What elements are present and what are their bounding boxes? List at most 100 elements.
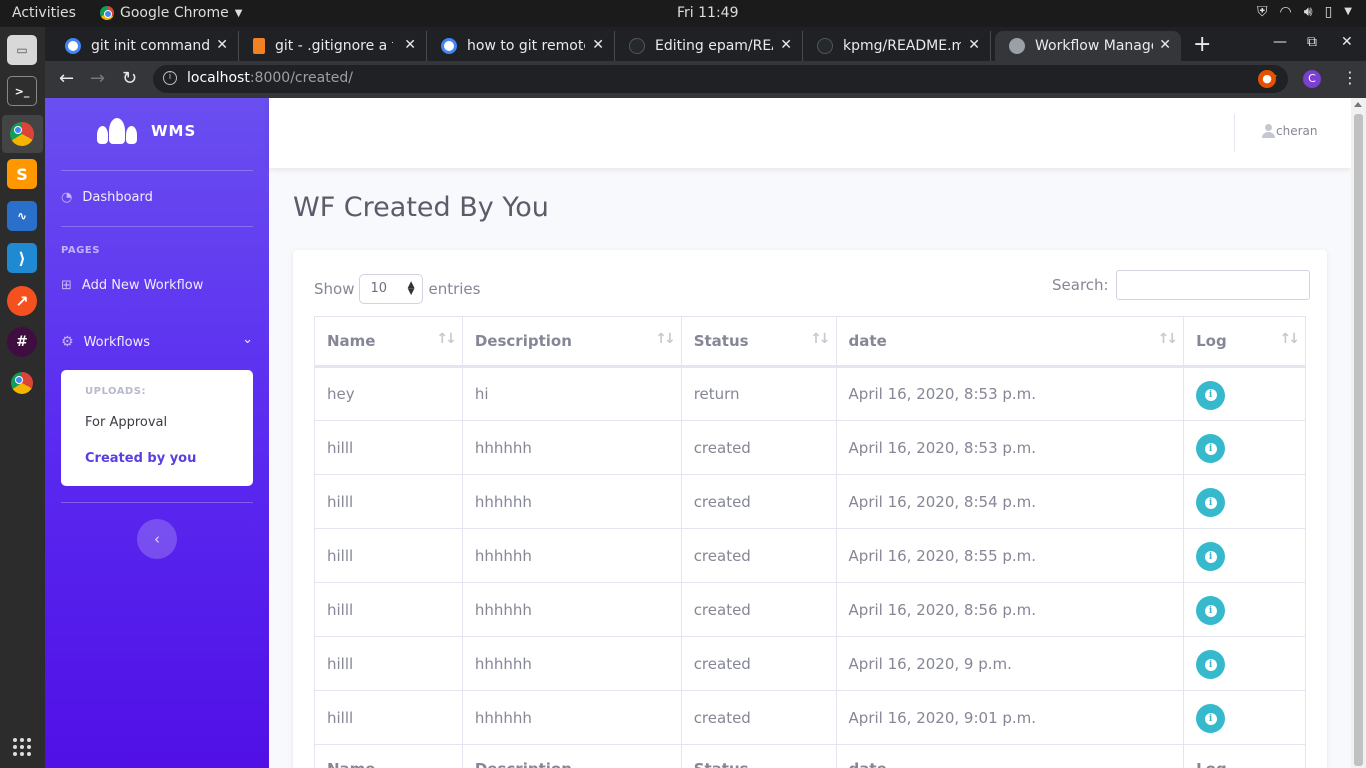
activities-button[interactable]: Activities [12,5,76,21]
browser-tab[interactable]: git - .gitignore a fo ✕ [239,31,427,61]
scroll-up-arrow[interactable] [1354,102,1362,107]
browser-tab[interactable]: git init command - ✕ [51,31,239,61]
table-search: Search: [1052,270,1310,300]
chevron-down-icon[interactable]: ▼ [1344,6,1352,20]
cell-date: April 16, 2020, 8:53 p.m. [835,366,1185,421]
browser-toolbar: ← → ↻ i localhost:8000/created/ ☆ ● C ⋮ [45,61,1366,98]
column-header-name[interactable]: Name ↑↓ [314,316,463,368]
submenu-item-for-approval[interactable]: For Approval [85,415,167,430]
user-menu[interactable]: cheran [1262,124,1317,138]
column-header-status[interactable]: Status ↑↓ [680,316,837,368]
footer-header-status[interactable]: Status [680,744,837,768]
profile-avatar[interactable]: C [1303,70,1321,88]
footer-header-log[interactable]: Log [1183,744,1306,768]
entries-select[interactable]: 10 ▲ ▼ [359,274,424,304]
show-applications-icon[interactable] [13,738,31,756]
log-info-button[interactable]: i [1196,434,1226,463]
browser-tab-active[interactable]: Workflow Manage ✕ [995,31,1181,61]
username: cheran [1276,124,1318,138]
wifi-icon[interactable]: ◠ [1280,4,1292,20]
url-text[interactable]: localhost:8000/created/ [187,70,353,86]
page-scrollbar[interactable] [1351,98,1366,768]
column-header-date[interactable]: date ↑↓ [835,316,1185,368]
reload-button[interactable]: ↻ [122,68,137,89]
close-icon[interactable]: ✕ [1159,37,1171,53]
sidebar-item-add-workflow[interactable]: ⊞ Add New Workflow [61,278,203,293]
system-tray[interactable]: ⛨ ◠ 🔊︎ ▯ ▼ [1257,4,1352,20]
log-info-button[interactable]: i [1196,542,1226,571]
volume-icon[interactable]: 🔊︎ [1304,4,1313,20]
site-info-icon[interactable]: i [163,71,177,85]
show-label: Show [314,280,355,298]
info-icon: i [1204,496,1217,509]
footer-header-date[interactable]: date [835,744,1185,768]
close-icon[interactable]: ✕ [404,37,416,53]
clock[interactable]: Fri 11:49 [677,5,738,21]
sort-icon: ↑↓ [1157,331,1179,347]
browser-tab[interactable]: kpmg/README.m ✕ [803,31,991,61]
minimize-button[interactable]: — [1273,34,1287,50]
system-monitor-icon[interactable]: ∿ [7,201,37,231]
cell-description: hhhhhh [461,474,682,529]
sidebar: WMS ◔ Dashboard PAGES ⊞ Add New Workflow… [45,98,269,768]
vscode-icon[interactable]: ⟩ [7,243,37,273]
cell-log: i [1183,474,1306,529]
cell-status: created [680,582,837,637]
terminal-icon[interactable]: >_ [7,76,37,106]
scrollbar-thumb[interactable] [1354,114,1363,766]
maximize-button[interactable]: ⧉ [1307,34,1317,50]
address-bar[interactable]: i localhost:8000/created/ ☆ [153,65,1288,93]
shield-icon[interactable]: ⛨ [1257,4,1268,20]
log-info-button[interactable]: i [1196,650,1226,679]
back-button[interactable]: ← [59,68,74,89]
submenu-item-created-by-you[interactable]: Created by you [85,451,196,466]
postman-icon[interactable]: ↗ [7,286,37,316]
forward-button[interactable]: → [90,68,105,89]
close-icon[interactable]: ✕ [216,37,228,53]
chrome-beta-icon[interactable] [7,368,37,398]
sidebar-item-label: Workflows [83,334,151,350]
tab-title: Editing epam/REA [655,38,773,54]
log-info-button[interactable]: i [1196,596,1226,625]
app-menu[interactable]: Google Chrome ▼ [100,5,242,21]
sidebar-item-label: Add New Workflow [81,278,204,293]
browser-tab[interactable]: how to git remote ✕ [427,31,615,61]
close-icon[interactable]: ✕ [968,37,980,53]
cell-log: i [1183,366,1306,421]
window-close-button[interactable]: ✕ [1341,34,1353,50]
cell-date: April 16, 2020, 8:56 p.m. [835,582,1185,637]
column-header-description[interactable]: Description ↑↓ [461,316,682,368]
cell-date: April 16, 2020, 9:01 p.m. [835,690,1185,745]
new-tab-button[interactable]: + [1193,32,1211,57]
log-info-button[interactable]: i [1196,488,1226,517]
log-info-button[interactable]: i [1196,704,1226,733]
brand[interactable]: WMS [97,118,196,144]
sidebar-item-dashboard[interactable]: ◔ Dashboard [61,190,153,205]
info-icon: i [1204,442,1217,455]
chrome-icon [100,6,114,20]
battery-icon[interactable]: ▯ [1325,4,1333,20]
sidebar-item-workflows[interactable]: ⚙ Workflows ⌄ [61,332,253,350]
footer-header-description[interactable]: Description [461,744,682,768]
sidebar-toggle-button[interactable]: ‹ [137,519,177,559]
tab-title: git init command - [91,38,209,54]
search-input[interactable] [1115,270,1310,300]
log-info-button[interactable]: i [1196,380,1226,410]
chrome-icon[interactable] [7,119,37,149]
extension-icon[interactable]: ● [1258,70,1276,88]
files-icon[interactable]: ▭ [7,35,37,65]
top-navbar: cheran [269,98,1351,168]
cell-name: hilll [314,420,463,475]
footer-header-name[interactable]: Name [314,744,463,768]
tab-title: kpmg/README.m [843,38,961,54]
column-header-log[interactable]: Log ↑↓ [1183,316,1306,368]
menu-kebab-icon[interactable]: ⋮ [1342,68,1358,87]
github-icon [817,38,833,54]
browser-tab[interactable]: Editing epam/REA ✕ [615,31,803,61]
close-icon[interactable]: ✕ [780,37,792,53]
cell-status: return [680,366,837,421]
sublime-text-icon[interactable]: S [7,159,37,189]
slack-icon[interactable]: # [7,327,37,357]
close-icon[interactable]: ✕ [592,37,604,53]
cell-description: hhhhhh [461,690,682,745]
